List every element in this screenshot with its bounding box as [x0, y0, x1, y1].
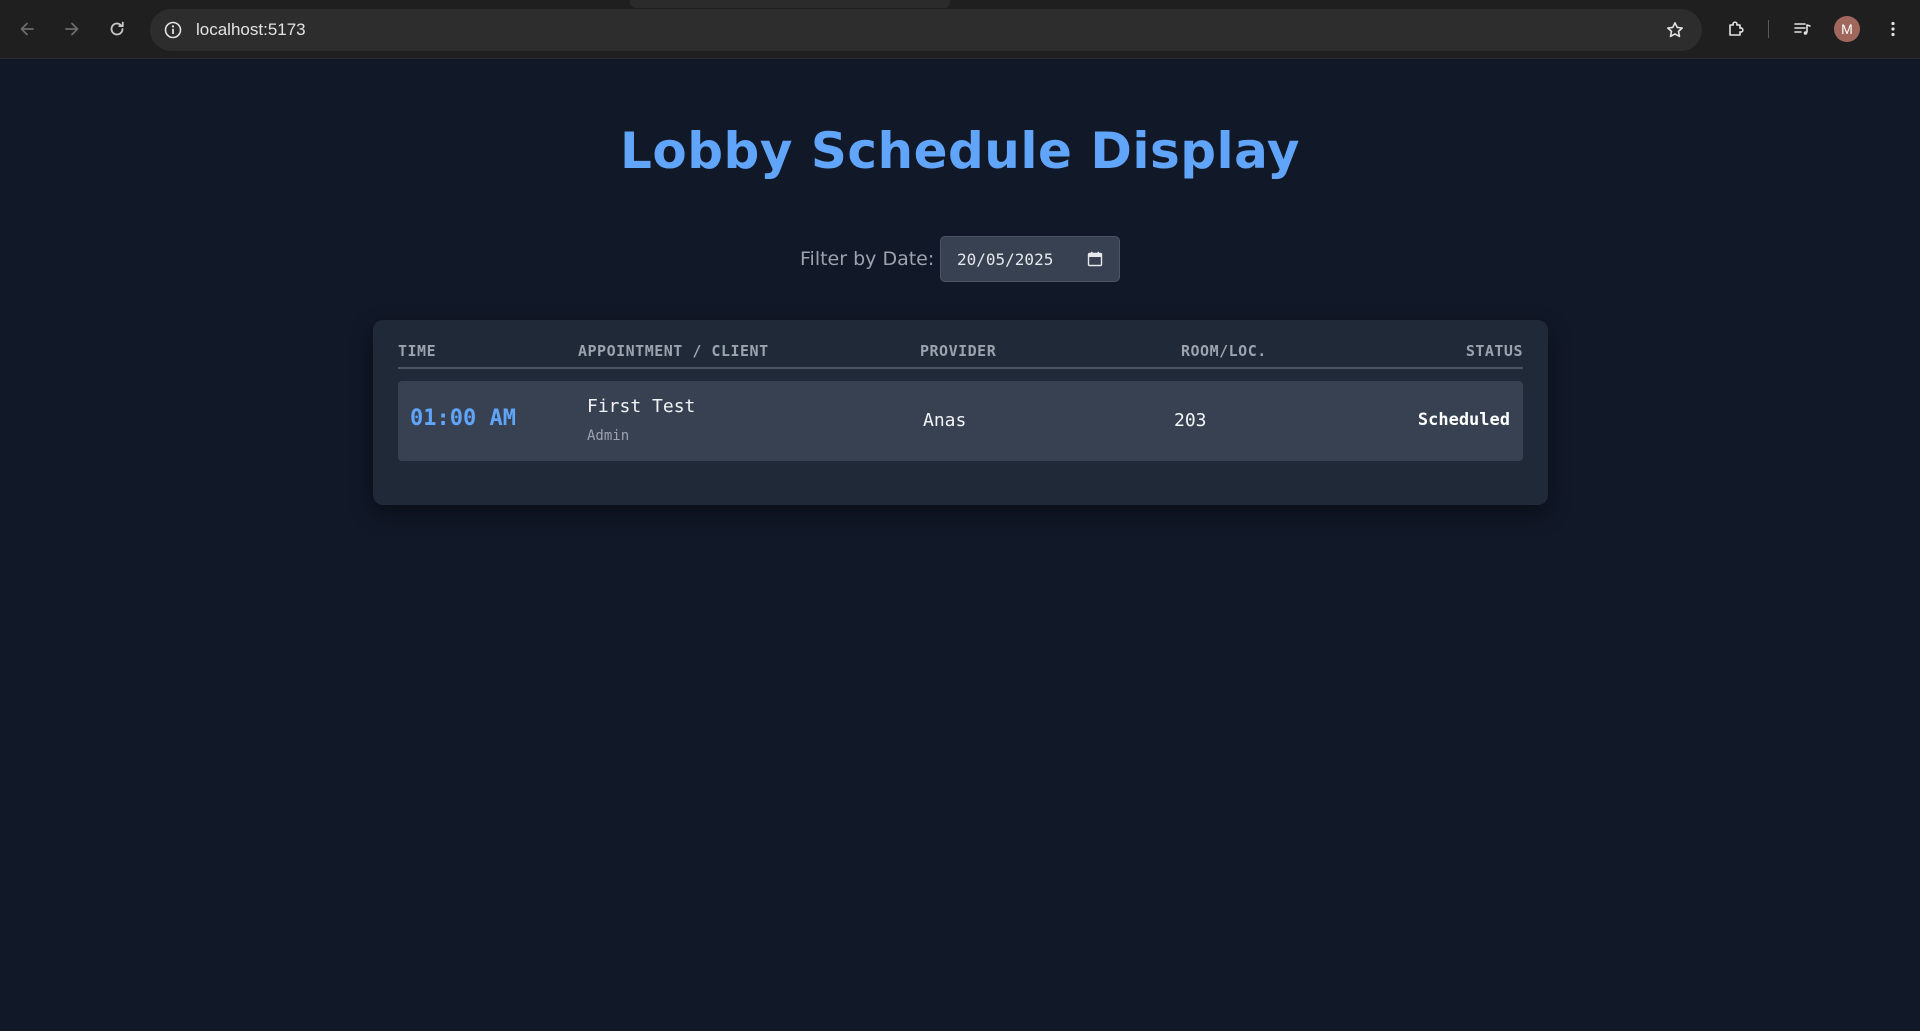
- puzzle-icon: [1729, 21, 1744, 36]
- forward-button[interactable]: [57, 14, 87, 44]
- bookmark-button[interactable]: [1660, 15, 1690, 45]
- page-title: Lobby Schedule Display: [620, 122, 1300, 180]
- calendar-icon[interactable]: [1087, 251, 1103, 267]
- appointment-room: 203: [1174, 410, 1207, 431]
- column-header-appointment: APPOINTMENT / CLIENT: [578, 342, 769, 360]
- star-icon: [1667, 22, 1683, 38]
- media-controls-button[interactable]: [1787, 14, 1817, 44]
- browser-toolbar: localhost:5173 M: [0, 0, 1920, 59]
- url-text[interactable]: localhost:5173: [196, 20, 306, 40]
- arrow-left-icon: [20, 22, 34, 36]
- profile-avatar[interactable]: M: [1834, 16, 1860, 42]
- appointment-time: 01:00 AM: [410, 406, 516, 431]
- appointment-client: Admin: [587, 428, 630, 444]
- media-queue-icon: [1794, 23, 1811, 35]
- table-row: 01:00 AM First Test Admin Anas 203 Sched…: [398, 381, 1523, 461]
- appointment-title: First Test: [587, 396, 696, 417]
- appointment-provider: Anas: [923, 410, 967, 431]
- column-header-time: TIME: [398, 342, 437, 360]
- site-info-button[interactable]: [158, 15, 188, 45]
- reload-icon: [110, 21, 124, 36]
- date-input-value: 20/05/2025: [957, 250, 1054, 269]
- column-header-status: STATUS: [1465, 342, 1523, 360]
- reload-button[interactable]: [102, 14, 132, 44]
- kebab-menu-icon: [1891, 21, 1895, 37]
- extensions-button[interactable]: [1721, 14, 1751, 44]
- status-badge: Scheduled: [1417, 410, 1510, 430]
- back-button[interactable]: [12, 14, 42, 44]
- column-header-room: ROOM/LOC.: [1181, 342, 1267, 360]
- date-filter-label: Filter by Date:: [800, 248, 935, 270]
- table-header: TIME APPOINTMENT / CLIENT PROVIDER ROOM/…: [398, 320, 1523, 369]
- browser-menu-button[interactable]: [1878, 14, 1908, 44]
- address-bar[interactable]: localhost:5173: [150, 9, 1702, 51]
- arrow-right-icon: [65, 22, 79, 36]
- date-filter: Filter by Date: 20/05/2025: [0, 236, 1920, 282]
- schedule-table: TIME APPOINTMENT / CLIENT PROVIDER ROOM/…: [373, 320, 1548, 505]
- date-input[interactable]: 20/05/2025: [940, 236, 1120, 282]
- info-icon: [164, 21, 182, 39]
- toolbar-separator: [1768, 20, 1769, 38]
- tab-strip: [630, 0, 950, 8]
- column-header-provider: PROVIDER: [920, 342, 997, 360]
- page-content: Lobby Schedule Display Filter by Date: 2…: [0, 59, 1920, 1031]
